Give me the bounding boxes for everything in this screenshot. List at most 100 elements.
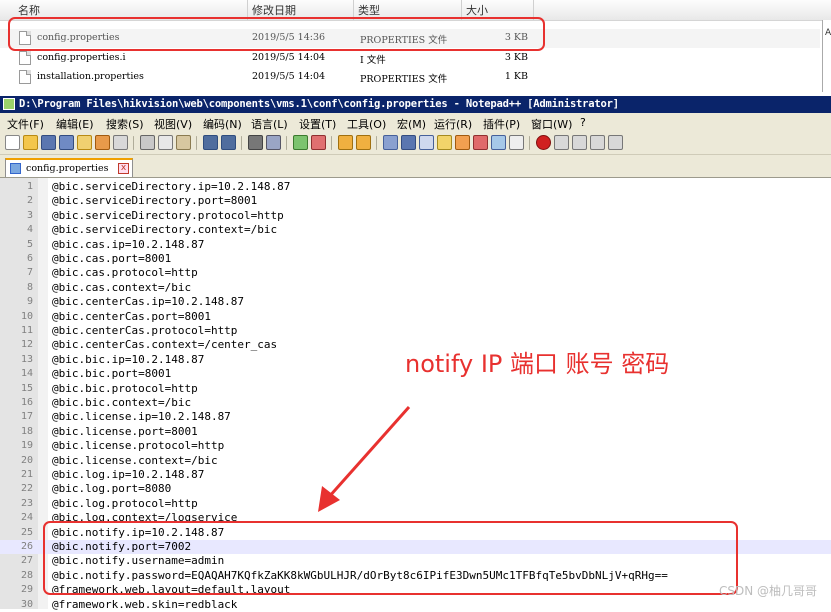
code-line[interactable]: 15 @bic.bic.protocol=http — [0, 382, 831, 396]
code-text[interactable]: @bic.license.protocol=http — [52, 439, 224, 452]
code-text[interactable]: @bic.centerCas.protocol=http — [52, 324, 237, 337]
code-line[interactable]: 2 @bic.serviceDirectory.port=8001 — [0, 194, 831, 208]
menu-macro[interactable]: 宏(M) — [397, 116, 426, 132]
code-text[interactable]: @bic.serviceDirectory.ip=10.2.148.87 — [52, 180, 290, 193]
code-text[interactable]: @bic.serviceDirectory.port=8001 — [52, 194, 257, 207]
menu-edit[interactable]: 编辑(E) — [56, 116, 94, 132]
user-language-icon[interactable] — [437, 135, 452, 150]
word-wrap-icon[interactable] — [383, 135, 398, 150]
code-text[interactable]: @bic.license.port=8001 — [52, 425, 198, 438]
zoom-in-icon[interactable] — [293, 135, 308, 150]
code-line[interactable]: 22 @bic.log.port=8080 — [0, 482, 831, 496]
folder-workspace-icon[interactable] — [491, 135, 506, 150]
code-line[interactable]: 5 @bic.cas.ip=10.2.148.87 — [0, 238, 831, 252]
zoom-out-icon[interactable] — [311, 135, 326, 150]
redo-icon[interactable] — [221, 135, 236, 150]
replace-icon[interactable] — [266, 135, 281, 150]
menu-window[interactable]: 窗口(W) — [531, 116, 572, 132]
code-line[interactable]: 18 @bic.license.port=8001 — [0, 425, 831, 439]
show-all-chars-icon[interactable] — [401, 135, 416, 150]
doc-map-icon[interactable] — [455, 135, 470, 150]
sync-horizontal-icon[interactable] — [356, 135, 371, 150]
code-text[interactable]: @bic.centerCas.port=8001 — [52, 310, 211, 323]
annotation-label: notify IP 端口 账号 密码 — [405, 350, 670, 378]
line-number: 30 — [20, 598, 33, 610]
menu-search[interactable]: 搜索(S) — [106, 116, 144, 132]
save-icon[interactable] — [41, 135, 56, 150]
play-macro-icon[interactable] — [572, 135, 587, 150]
code-line[interactable]: 30 @framework.web.skin=redblack — [0, 598, 831, 612]
file-icon — [19, 51, 31, 65]
code-text[interactable]: @bic.cas.ip=10.2.148.87 — [52, 238, 204, 251]
record-macro-icon[interactable] — [536, 135, 551, 150]
code-text[interactable]: @bic.centerCas.ip=10.2.148.87 — [52, 295, 244, 308]
close-file-icon[interactable] — [77, 135, 92, 150]
cut-icon[interactable] — [140, 135, 155, 150]
file-size: 1 KB — [504, 71, 528, 82]
menu-bar: 文件(F) 编辑(E) 搜索(S) 视图(V) 编码(N) 语言(L) 设置(T… — [0, 113, 831, 132]
line-number: 4 — [26, 224, 33, 236]
code-line[interactable]: 1 @bic.serviceDirectory.ip=10.2.148.87 — [0, 180, 831, 194]
find-icon[interactable] — [248, 135, 263, 150]
code-line[interactable]: 8 @bic.cas.context=/bic — [0, 281, 831, 295]
tab-config-properties[interactable]: config.properties x — [5, 158, 133, 177]
code-line[interactable]: 7 @bic.cas.protocol=http — [0, 266, 831, 280]
code-text[interactable]: @bic.centerCas.context=/center_cas — [52, 338, 277, 351]
code-text[interactable]: @bic.cas.protocol=http — [52, 266, 198, 279]
file-row[interactable]: installation.properties 2019/5/5 14:04 P… — [0, 68, 820, 87]
code-line[interactable]: 16 @bic.bic.context=/bic — [0, 396, 831, 410]
code-text[interactable]: @bic.log.port=8080 — [52, 482, 171, 495]
new-file-icon[interactable] — [5, 135, 20, 150]
code-text[interactable]: @bic.license.context=/bic — [52, 454, 218, 467]
code-text[interactable]: @bic.license.ip=10.2.148.87 — [52, 410, 231, 423]
code-line[interactable]: 11 @bic.centerCas.protocol=http — [0, 324, 831, 338]
code-line[interactable]: 17 @bic.license.ip=10.2.148.87 — [0, 410, 831, 424]
code-text[interactable]: @bic.cas.port=8001 — [52, 252, 171, 265]
menu-help[interactable]: ? — [580, 116, 586, 129]
copy-icon[interactable] — [158, 135, 173, 150]
code-line[interactable]: 23 @bic.log.protocol=http — [0, 497, 831, 511]
code-text[interactable]: @bic.serviceDirectory.protocol=http — [52, 209, 284, 222]
menu-encoding[interactable]: 编码(N) — [203, 116, 242, 132]
code-text[interactable]: @bic.bic.port=8001 — [52, 367, 171, 380]
code-text[interactable]: @bic.serviceDirectory.context=/bic — [52, 223, 277, 236]
code-line[interactable]: 3 @bic.serviceDirectory.protocol=http — [0, 209, 831, 223]
monitoring-icon[interactable] — [509, 135, 524, 150]
function-list-icon[interactable] — [473, 135, 488, 150]
run-macro-multiple-icon[interactable] — [590, 135, 605, 150]
close-all-icon[interactable] — [95, 135, 110, 150]
print-icon[interactable] — [113, 135, 128, 150]
paste-icon[interactable] — [176, 135, 191, 150]
open-folder-icon[interactable] — [23, 135, 38, 150]
line-number: 16 — [20, 397, 33, 408]
sync-vertical-icon[interactable] — [338, 135, 353, 150]
menu-language[interactable]: 语言(L) — [251, 116, 288, 132]
indent-guide-icon[interactable] — [419, 135, 434, 150]
save-all-icon[interactable] — [59, 135, 74, 150]
file-row[interactable]: config.properties.i 2019/5/5 14:04 I 文件 … — [0, 49, 820, 68]
code-text[interactable]: @bic.bic.context=/bic — [52, 396, 191, 409]
menu-file[interactable]: 文件(F) — [7, 116, 44, 132]
code-text[interactable]: @bic.log.protocol=http — [52, 497, 198, 510]
code-line[interactable]: 19 @bic.license.protocol=http — [0, 439, 831, 453]
code-text[interactable]: @bic.cas.context=/bic — [52, 281, 191, 294]
menu-run[interactable]: 运行(R) — [434, 116, 472, 132]
code-line[interactable]: 6 @bic.cas.port=8001 — [0, 252, 831, 266]
code-line[interactable]: 9 @bic.centerCas.ip=10.2.148.87 — [0, 295, 831, 309]
file-name: config.properties.i — [37, 52, 126, 63]
stop-macro-icon[interactable] — [554, 135, 569, 150]
menu-settings[interactable]: 设置(T) — [299, 116, 336, 132]
code-text[interactable]: @bic.bic.ip=10.2.148.87 — [52, 353, 204, 366]
undo-icon[interactable] — [203, 135, 218, 150]
menu-tools[interactable]: 工具(O) — [347, 116, 386, 132]
menu-view[interactable]: 视图(V) — [154, 116, 192, 132]
code-line[interactable]: 21 @bic.log.ip=10.2.148.87 — [0, 468, 831, 482]
code-line[interactable]: 20 @bic.license.context=/bic — [0, 454, 831, 468]
close-icon[interactable]: x — [118, 163, 129, 174]
code-text[interactable]: @bic.bic.protocol=http — [52, 382, 198, 395]
code-line[interactable]: 10 @bic.centerCas.port=8001 — [0, 310, 831, 324]
save-macro-icon[interactable] — [608, 135, 623, 150]
code-text[interactable]: @bic.log.ip=10.2.148.87 — [52, 468, 204, 481]
menu-plugins[interactable]: 插件(P) — [483, 116, 520, 132]
code-line[interactable]: 4 @bic.serviceDirectory.context=/bic — [0, 223, 831, 237]
